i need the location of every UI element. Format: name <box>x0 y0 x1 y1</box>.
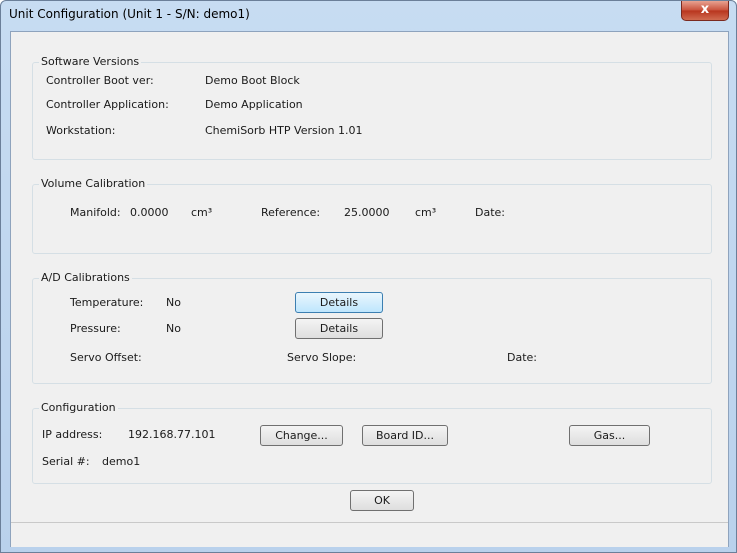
servo-offset-label: Servo Offset: <box>70 351 142 364</box>
change-ip-button[interactable]: Change... <box>260 425 343 446</box>
ad-calibrations-group: A/D Calibrations Temperature: No Details… <box>32 271 712 384</box>
software-versions-title: Software Versions <box>39 55 142 68</box>
serial-number-value: demo1 <box>102 455 141 468</box>
ip-address-value: 192.168.77.101 <box>128 428 216 441</box>
ad-date-label: Date: <box>507 351 537 364</box>
volume-calibration-group: Volume Calibration Manifold: 0.0000 cm³ … <box>32 177 712 254</box>
servo-slope-label: Servo Slope: <box>287 351 357 364</box>
ip-address-label: IP address: <box>42 428 103 441</box>
temperature-details-button[interactable]: Details <box>295 292 383 313</box>
reference-value: 25.0000 <box>344 206 390 219</box>
serial-number-label: Serial #: <box>42 455 90 468</box>
configuration-group: Configuration IP address: 192.168.77.101… <box>32 401 712 484</box>
volume-date-label: Date: <box>475 206 505 219</box>
status-bar <box>11 522 728 547</box>
controller-boot-value: Demo Boot Block <box>205 74 300 87</box>
ad-calibrations-title: A/D Calibrations <box>39 271 132 284</box>
pressure-label: Pressure: <box>70 322 121 335</box>
manifold-value: 0.0000 <box>130 206 169 219</box>
manifold-label: Manifold: <box>70 206 121 219</box>
close-button[interactable]: x <box>681 1 729 21</box>
close-icon: x <box>700 2 710 17</box>
configuration-title: Configuration <box>39 401 118 414</box>
window-title: Unit Configuration (Unit 1 - S/N: demo1) <box>9 7 250 21</box>
gas-button[interactable]: Gas... <box>569 425 650 446</box>
controller-application-value: Demo Application <box>205 98 303 111</box>
controller-application-label: Controller Application: <box>46 98 169 111</box>
volume-calibration-title: Volume Calibration <box>39 177 148 190</box>
pressure-value: No <box>166 322 181 335</box>
manifold-unit: cm³ <box>191 206 213 219</box>
reference-unit: cm³ <box>415 206 437 219</box>
title-bar[interactable]: Unit Configuration (Unit 1 - S/N: demo1)… <box>1 1 736 29</box>
pressure-details-button[interactable]: Details <box>295 318 383 339</box>
unit-configuration-window: Unit Configuration (Unit 1 - S/N: demo1)… <box>0 0 737 553</box>
workstation-value: ChemiSorb HTP Version 1.01 <box>205 124 363 137</box>
ok-button[interactable]: OK <box>350 490 414 511</box>
temperature-value: No <box>166 296 181 309</box>
software-versions-group: Software Versions Controller Boot ver: D… <box>32 55 712 160</box>
dialog-client-area: Software Versions Controller Boot ver: D… <box>10 31 729 547</box>
controller-boot-label: Controller Boot ver: <box>46 74 154 87</box>
board-id-button[interactable]: Board ID... <box>362 425 448 446</box>
reference-label: Reference: <box>261 206 321 219</box>
workstation-label: Workstation: <box>46 124 116 137</box>
temperature-label: Temperature: <box>70 296 144 309</box>
